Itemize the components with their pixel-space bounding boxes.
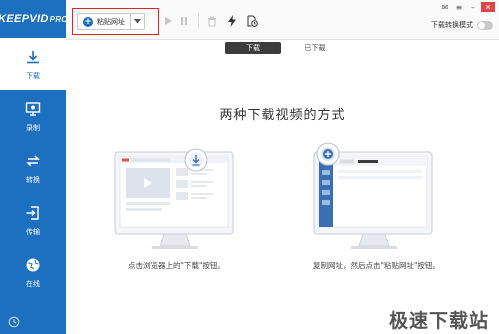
sidebar-item-label: 在线 — [26, 279, 40, 288]
convert-icon — [24, 152, 42, 170]
page-title: 两种下载视频的方式 — [219, 108, 346, 123]
mode-label: 下载转换模式 — [431, 21, 473, 29]
clock-icon[interactable] — [8, 316, 20, 328]
turbo-icon[interactable] — [226, 15, 238, 27]
plus-icon: + — [83, 16, 93, 27]
mode-toggle[interactable] — [477, 20, 493, 30]
download-icon — [24, 48, 42, 66]
watermark: 极速下载站 — [379, 304, 499, 334]
download-convert-mode: 下载转换模式 — [431, 20, 493, 30]
sidebar-item-download[interactable]: 下载 — [0, 38, 66, 90]
feedback-icon[interactable]: ✉ — [439, 2, 451, 12]
paste-url-label: 粘贴网址 — [97, 17, 125, 26]
sidebar-item-online[interactable]: 在线 — [0, 246, 66, 298]
transfer-icon — [24, 204, 42, 222]
caption-paste-url: 复制网址，然后点击"粘贴网址"按钮。 — [313, 261, 440, 270]
caption-browser-download: 点击浏览器上的"下载"按钮。 — [128, 261, 225, 270]
toolbar-divider — [198, 13, 199, 29]
sidebar-item-label: 转换 — [26, 175, 40, 184]
sidebar-item-record[interactable]: 录制 — [0, 90, 66, 142]
sidebar-item-label: 下载 — [26, 71, 40, 80]
sidebar: KEEPVID PRO 下载 录制 转换 传输 在线 — [0, 0, 68, 334]
delete-icon[interactable] — [206, 15, 218, 27]
minimize-icon[interactable]: – — [467, 2, 479, 12]
chevron-down-icon — [134, 18, 141, 26]
record-icon — [24, 100, 42, 118]
sidebar-item-label: 传输 — [26, 227, 40, 236]
online-icon — [24, 256, 42, 274]
sidebar-item-transfer[interactable]: 传输 — [0, 194, 66, 246]
tab-downloading[interactable]: 下载 — [225, 42, 281, 54]
menu-icon[interactable]: ≡ — [453, 2, 465, 12]
close-icon[interactable]: ✕ — [481, 2, 495, 12]
tab-downloaded[interactable]: 已下载 — [287, 42, 343, 54]
sidebar-item-label: 录制 — [26, 123, 40, 132]
paste-url-highlight: + 粘贴网址 — [72, 8, 159, 35]
pause-icon[interactable] — [178, 15, 190, 27]
sidebar-item-convert[interactable]: 转换 — [0, 142, 66, 194]
play-icon[interactable] — [162, 15, 174, 27]
download-tabs: 下载 已下载 — [225, 42, 343, 54]
schedule-icon[interactable] — [246, 15, 258, 27]
app-logo: KEEPVID PRO — [0, 0, 68, 38]
brand-name: KEEPVID — [0, 13, 49, 25]
paste-url-illustration — [313, 142, 433, 249]
toolbar: + 粘贴网址 ✉ ≡ – ✕ 下载转换模式 — [66, 0, 499, 40]
paste-url-button[interactable]: + 粘贴网址 — [77, 13, 130, 30]
browser-download-illustration — [114, 148, 234, 249]
window-controls: ✉ ≡ – ✕ — [439, 2, 495, 12]
paste-url-dropdown[interactable] — [130, 13, 145, 30]
